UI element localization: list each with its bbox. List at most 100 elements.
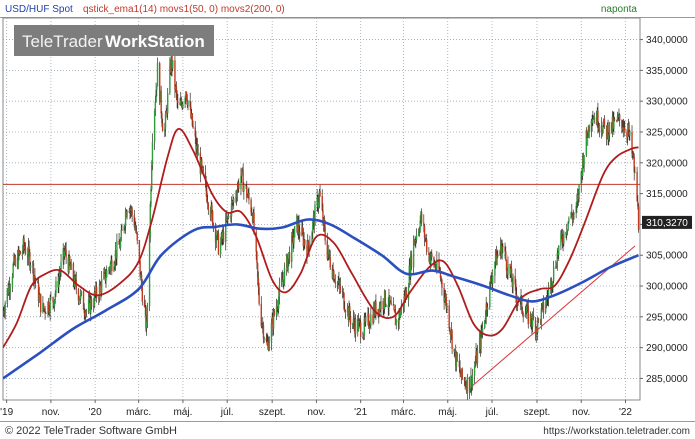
candle-body <box>473 366 476 376</box>
candle-body <box>154 101 157 111</box>
candle-body <box>197 152 199 156</box>
candle-body <box>207 203 210 210</box>
candle-body <box>573 213 575 215</box>
y-tick-label: 305,0000 <box>646 251 688 262</box>
x-tick-label: márc. <box>391 407 416 418</box>
candle-body <box>90 299 93 307</box>
candle <box>637 203 640 233</box>
candle-body <box>425 239 428 252</box>
candle-body <box>4 303 6 313</box>
x-tick-label: szept. <box>259 407 286 418</box>
candle-body <box>552 266 555 282</box>
candle-body <box>106 270 108 278</box>
y-tick-label: 340,0000 <box>646 35 688 46</box>
candle-body <box>461 368 463 379</box>
candle-body <box>370 314 372 326</box>
website-link[interactable]: https://workstation.teletrader.com <box>543 426 690 437</box>
candle-body <box>319 191 321 196</box>
candle-body <box>11 276 14 288</box>
candle <box>293 225 296 238</box>
candle <box>456 351 458 362</box>
candle-body <box>156 86 158 91</box>
candle-body <box>603 118 606 126</box>
candle-body <box>160 90 162 114</box>
candle-body <box>65 249 67 258</box>
candle-body <box>219 242 222 255</box>
candle-body <box>270 322 273 343</box>
candle-body <box>192 126 194 128</box>
candle-body <box>527 306 529 325</box>
candle-body <box>116 240 118 259</box>
candle-body <box>29 265 32 268</box>
candle-body <box>486 307 489 310</box>
candle-body <box>613 119 616 121</box>
last-price-label: 310,3270 <box>646 218 688 229</box>
candle-body <box>324 227 326 241</box>
x-tick-label: nov. <box>572 407 590 418</box>
candle-body <box>393 305 395 310</box>
x-tick-label: nov. <box>307 407 325 418</box>
candle-body <box>156 63 159 87</box>
candle-body <box>161 123 164 132</box>
candle-body <box>446 305 448 309</box>
candle-body <box>288 252 291 263</box>
candle-body <box>542 301 545 313</box>
candle-body <box>120 229 122 241</box>
candle-body <box>456 352 458 361</box>
candle-body <box>304 239 306 246</box>
period-label[interactable]: naponta <box>601 4 638 15</box>
candle-body <box>100 278 103 293</box>
candle-body <box>182 103 184 109</box>
candle-body <box>109 263 112 270</box>
candle-body <box>40 294 42 313</box>
candle-body <box>38 294 40 302</box>
candle-body <box>141 286 143 302</box>
candle-body <box>293 226 296 238</box>
candle-body <box>19 251 22 255</box>
candle-body <box>481 327 484 333</box>
candle-body <box>329 257 331 268</box>
price-chart[interactable]: USD/HUF Spot qstick_ema1(14) movs1(50, 0… <box>0 0 695 439</box>
candle-body <box>149 204 151 238</box>
candle-body <box>558 245 560 256</box>
candle-body <box>354 319 357 335</box>
candle-body <box>334 281 336 284</box>
x-tick-label: máj. <box>173 407 192 418</box>
candle-body <box>238 182 240 189</box>
candle-body <box>532 314 535 320</box>
candle-body <box>593 117 595 120</box>
instrument-label: USD/HUF Spot <box>5 4 73 15</box>
candle-body <box>507 263 509 275</box>
y-tick-label: 320,0000 <box>646 158 688 169</box>
candle-body <box>395 319 397 326</box>
candle-body <box>111 259 113 272</box>
candle-body <box>314 204 316 226</box>
candle-body <box>634 171 636 173</box>
candle-body <box>451 330 453 349</box>
candle-body <box>268 342 270 351</box>
candle-body <box>166 92 169 114</box>
candle-body <box>380 300 382 310</box>
candle-body <box>502 246 504 248</box>
candle-body <box>588 125 590 132</box>
x-tick-label: júl. <box>220 407 234 418</box>
candle-body <box>631 131 633 154</box>
candle-body <box>382 300 384 310</box>
candle-body <box>365 317 367 322</box>
x-tick-label: máj. <box>438 407 457 418</box>
candle-body <box>136 232 138 241</box>
candle-body <box>164 113 167 129</box>
candle-body <box>217 233 220 255</box>
y-tick-label: 325,0000 <box>646 127 688 138</box>
candle-body <box>260 303 262 326</box>
candle-body <box>293 237 295 244</box>
y-tick-label: 330,0000 <box>646 97 688 108</box>
watermark-product: WorkStation <box>105 32 205 51</box>
candle-body <box>14 257 17 264</box>
candle-body <box>243 184 245 192</box>
x-tick-label: '20 <box>89 407 102 418</box>
x-tick-label: júl. <box>485 407 499 418</box>
candle-body <box>299 232 301 236</box>
candle-body <box>618 114 621 121</box>
plot-area <box>2 17 641 401</box>
